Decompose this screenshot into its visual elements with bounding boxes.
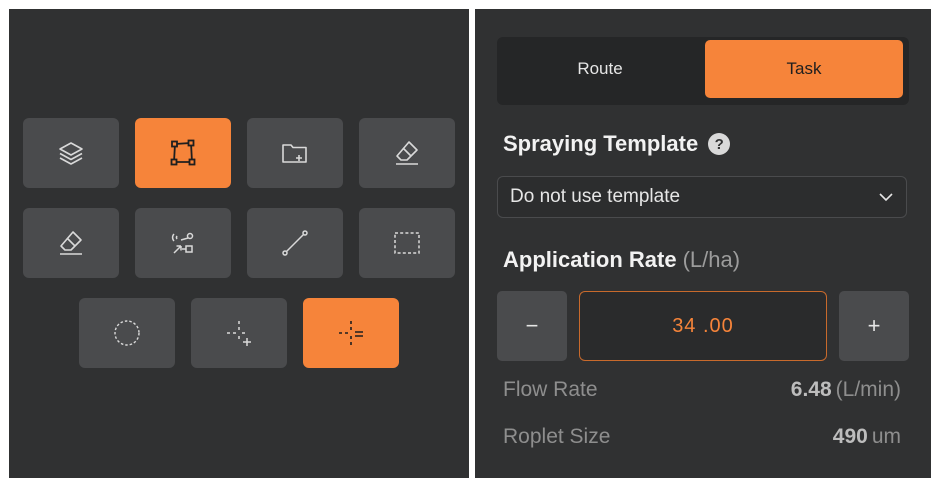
eraser-icon	[60, 231, 82, 255]
droplet-size-row: Roplet Size 490 um	[503, 425, 901, 449]
flow-rate-unit: (L/min)	[835, 378, 901, 401]
task-settings-panel: Route Task Spraying Template ? Do not us…	[475, 9, 931, 478]
application-rate-unit: (L/ha)	[682, 247, 741, 272]
increment-button[interactable]: +	[839, 291, 909, 361]
spraying-template-heading: Spraying Template ?	[503, 131, 731, 157]
tab-route[interactable]: Route	[500, 40, 700, 98]
crosshair-add-button[interactable]	[191, 298, 287, 368]
polygon-button[interactable]	[135, 118, 231, 188]
eraser-button-2[interactable]	[23, 208, 119, 278]
tab-task[interactable]: Task	[705, 40, 903, 98]
decrement-button[interactable]: −	[497, 291, 567, 361]
application-rate-heading: Application Rate (L/ha)	[503, 247, 740, 273]
application-rate-input[interactable]: 34 .00	[579, 291, 827, 361]
template-select-value: Do not use template	[510, 186, 681, 207]
route-points-icon	[171, 232, 194, 254]
dashed-rectangle-icon	[394, 232, 420, 254]
layers-button[interactable]	[23, 118, 119, 188]
dashed-circle-icon	[114, 320, 140, 346]
mode-segmented-control: Route Task	[497, 37, 909, 105]
crosshair-remove-button[interactable]	[303, 298, 399, 368]
crosshair-remove-icon	[339, 321, 363, 345]
application-rate-title: Application Rate	[503, 247, 677, 272]
eraser-icon	[396, 141, 418, 165]
chevron-down-icon	[879, 193, 893, 202]
template-select[interactable]: Do not use template	[497, 176, 907, 218]
polygon-icon	[170, 139, 196, 166]
line-button[interactable]	[247, 208, 343, 278]
folder-add-icon	[282, 144, 307, 163]
spraying-template-title: Spraying Template	[503, 131, 699, 156]
eraser-button[interactable]	[359, 118, 455, 188]
dashed-circle-button[interactable]	[79, 298, 175, 368]
folder-add-button[interactable]	[247, 118, 343, 188]
line-icon	[282, 230, 308, 256]
flow-rate-row: Flow Rate 6.48 (L/min)	[503, 378, 901, 402]
help-icon[interactable]: ?	[708, 133, 731, 155]
dashed-rectangle-button[interactable]	[359, 208, 455, 278]
route-points-button[interactable]	[135, 208, 231, 278]
flow-rate-value: 6.48	[790, 378, 832, 401]
droplet-size-label: Roplet Size	[503, 425, 611, 448]
droplet-size-unit: um	[871, 425, 901, 448]
layers-icon	[59, 142, 83, 165]
crosshair-add-icon	[227, 321, 251, 346]
droplet-size-value: 490	[832, 425, 868, 448]
tool-palette	[9, 9, 469, 478]
flow-rate-label: Flow Rate	[503, 378, 598, 401]
